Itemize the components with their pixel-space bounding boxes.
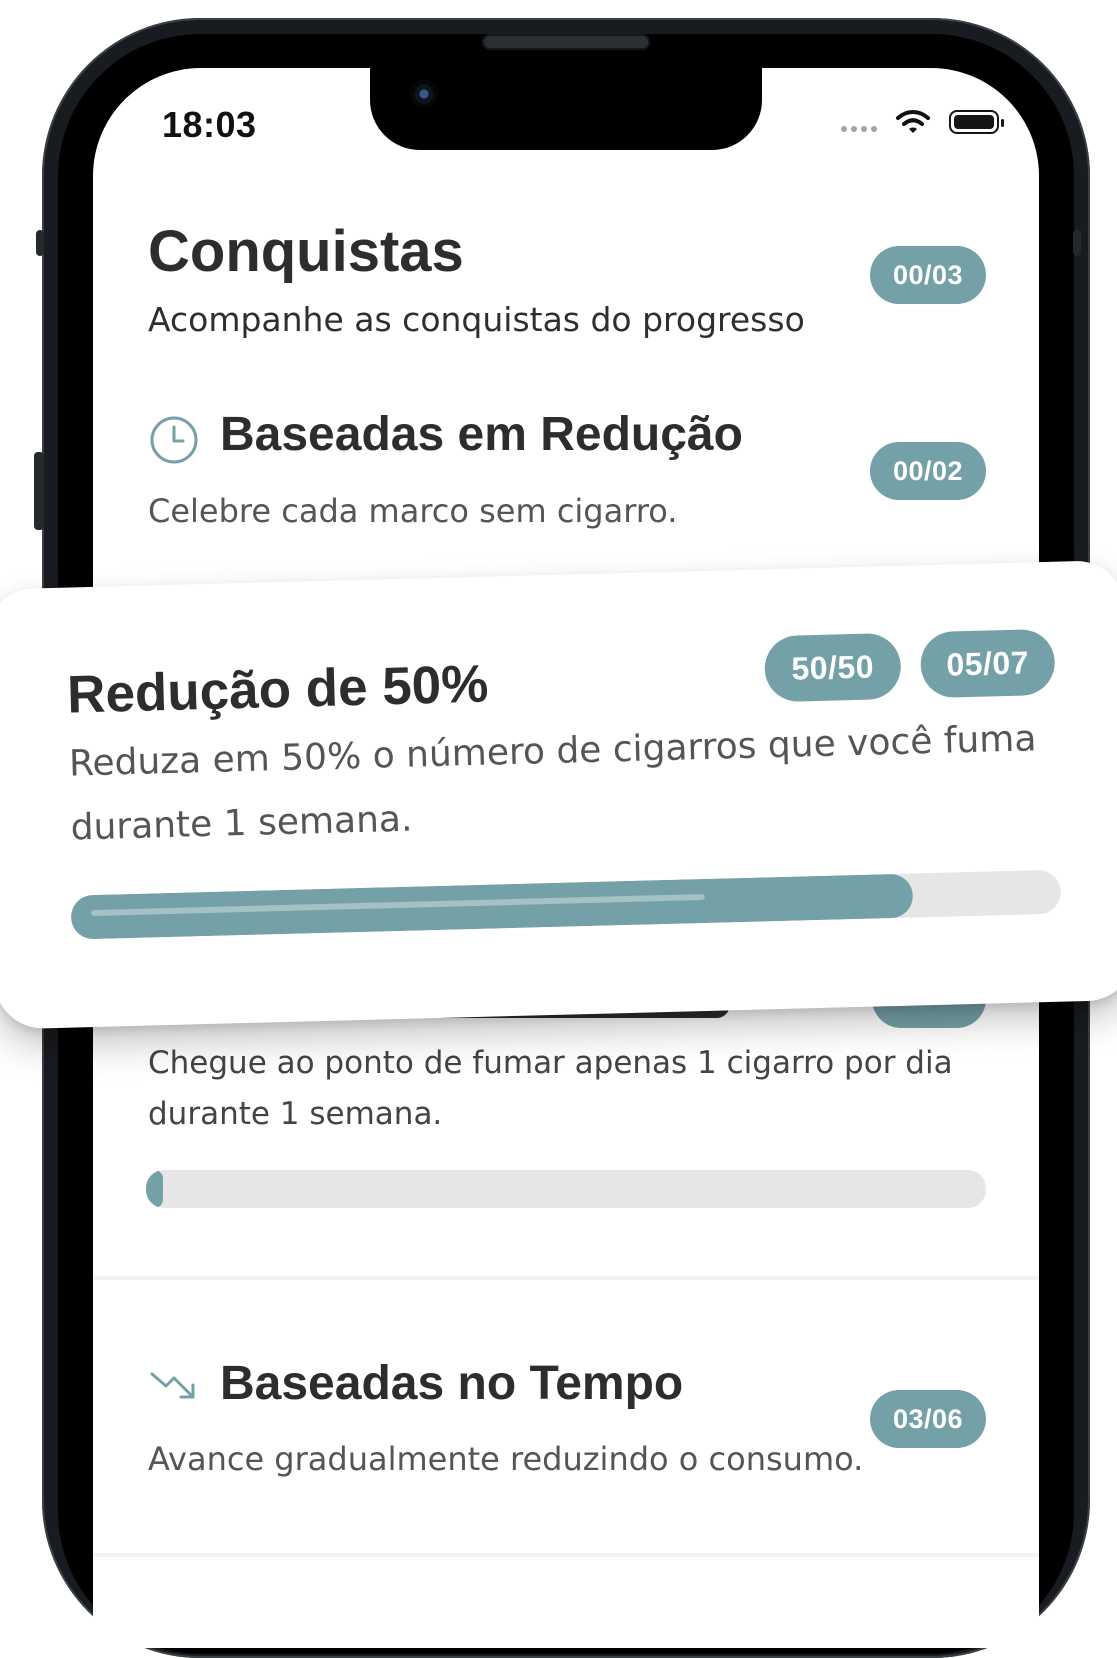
section-badge-tempo: 03/06 [870,1390,986,1448]
page-title: Conquistas [148,219,464,284]
status-time: 18:03 [162,104,257,145]
achievement-progress-track [146,1170,986,1208]
total-achievements-badge: 00/03 [870,246,986,304]
section-divider [93,1276,1039,1280]
clock-icon [150,416,198,464]
wifi-icon [896,110,930,133]
page-subtitle: Acompanhe as conquistas do progresso [148,300,805,339]
front-camera-icon [410,80,438,108]
featured-achievement-card[interactable]: Redução de 50% 50/50 05/07 Reduza em 50%… [0,559,1117,1030]
section-title-reducao: Baseadas em Redução [220,408,743,461]
section-badge-reducao: 00/02 [870,442,986,500]
featured-progress-track [70,869,1062,940]
battery-icon [949,110,1004,134]
featured-achievement-description: Reduza em 50% o número de cigarros que v… [68,718,1037,849]
left-upper-button [36,230,44,256]
trend-down-icon [150,1372,195,1399]
featured-achievement-title: Redução de 50% [66,654,490,725]
featured-days-badge: 05/07 [919,628,1056,699]
achievement-progress-fill [146,1170,163,1208]
speaker-grille [482,34,650,50]
status-icons [841,108,1004,136]
signal-icon [841,126,877,132]
section-description-reducao: Celebre cada marco sem cigarro. [148,492,678,530]
section-title-tempo: Baseadas no Tempo [220,1357,684,1410]
right-upper-button [1073,230,1081,256]
featured-percent-badge: 50/50 [763,632,902,703]
bottom-divider [93,1553,1039,1557]
section-description-tempo: Avance gradualmente reduzindo o consumo. [148,1440,864,1478]
achievement-description: Chegue ao ponto de fumar apenas 1 cigarr… [148,1045,953,1132]
left-main-button [34,452,44,530]
